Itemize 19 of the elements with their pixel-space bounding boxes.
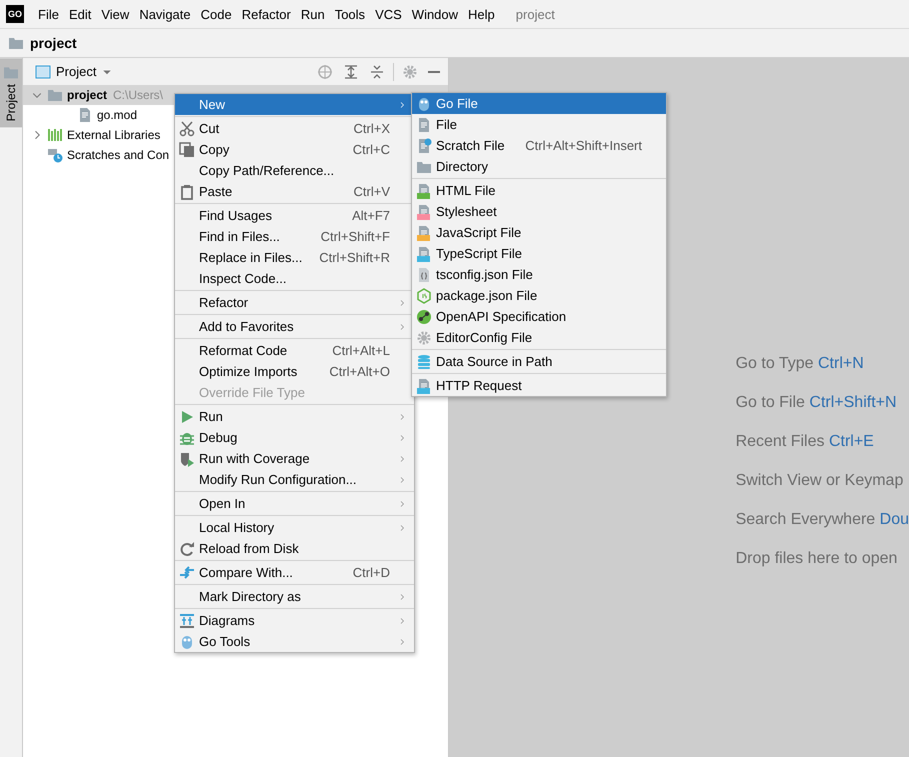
- shortcut-label: Alt+F7: [352, 208, 390, 223]
- shortcut-label: Ctrl+X: [354, 121, 390, 136]
- shortcut-label: Ctrl+Alt+O: [329, 364, 390, 379]
- shortcut-label: Ctrl+Shift+R: [319, 250, 390, 265]
- editor-hint: Recent Files Ctrl+E: [736, 432, 875, 451]
- editor-hint: Drop files here to open: [736, 549, 898, 568]
- window-title: project: [516, 6, 555, 22]
- shortcut-label: Ctrl+Shift+F: [320, 229, 390, 244]
- shortcut-label: Ctrl+C: [352, 142, 390, 157]
- shortcut-label: Ctrl+Alt+L: [332, 343, 390, 358]
- shortcut-label: Ctrl+D: [352, 565, 390, 580]
- shortcut-label: Ctrl+Alt+Shift+Insert: [525, 138, 642, 153]
- editor-hint: Search Everywhere Dou: [736, 510, 909, 529]
- editor-hint: Go to File Ctrl+Shift+N: [736, 393, 898, 412]
- app-logo: GO: [6, 5, 24, 23]
- folder-path: C:\Users\: [113, 88, 164, 102]
- shortcut-label: Ctrl+V: [354, 184, 390, 199]
- editor-hint: Switch View or Keymap: [736, 471, 904, 490]
- editor-hint: Go to Type Ctrl+N: [736, 354, 865, 373]
